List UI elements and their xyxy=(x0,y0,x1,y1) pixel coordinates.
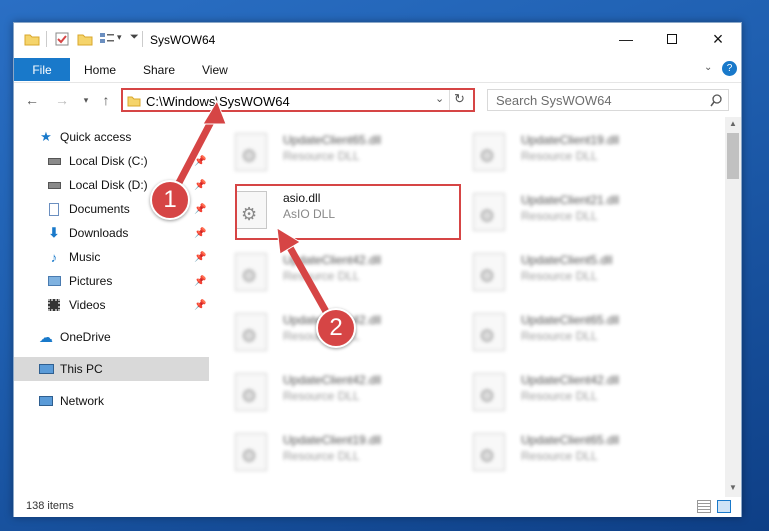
step-1-badge: 1 xyxy=(150,180,190,220)
arrowhead-step-1 xyxy=(202,99,227,125)
annotation-arrows xyxy=(168,99,337,326)
step-2-badge: 2 xyxy=(316,308,356,348)
